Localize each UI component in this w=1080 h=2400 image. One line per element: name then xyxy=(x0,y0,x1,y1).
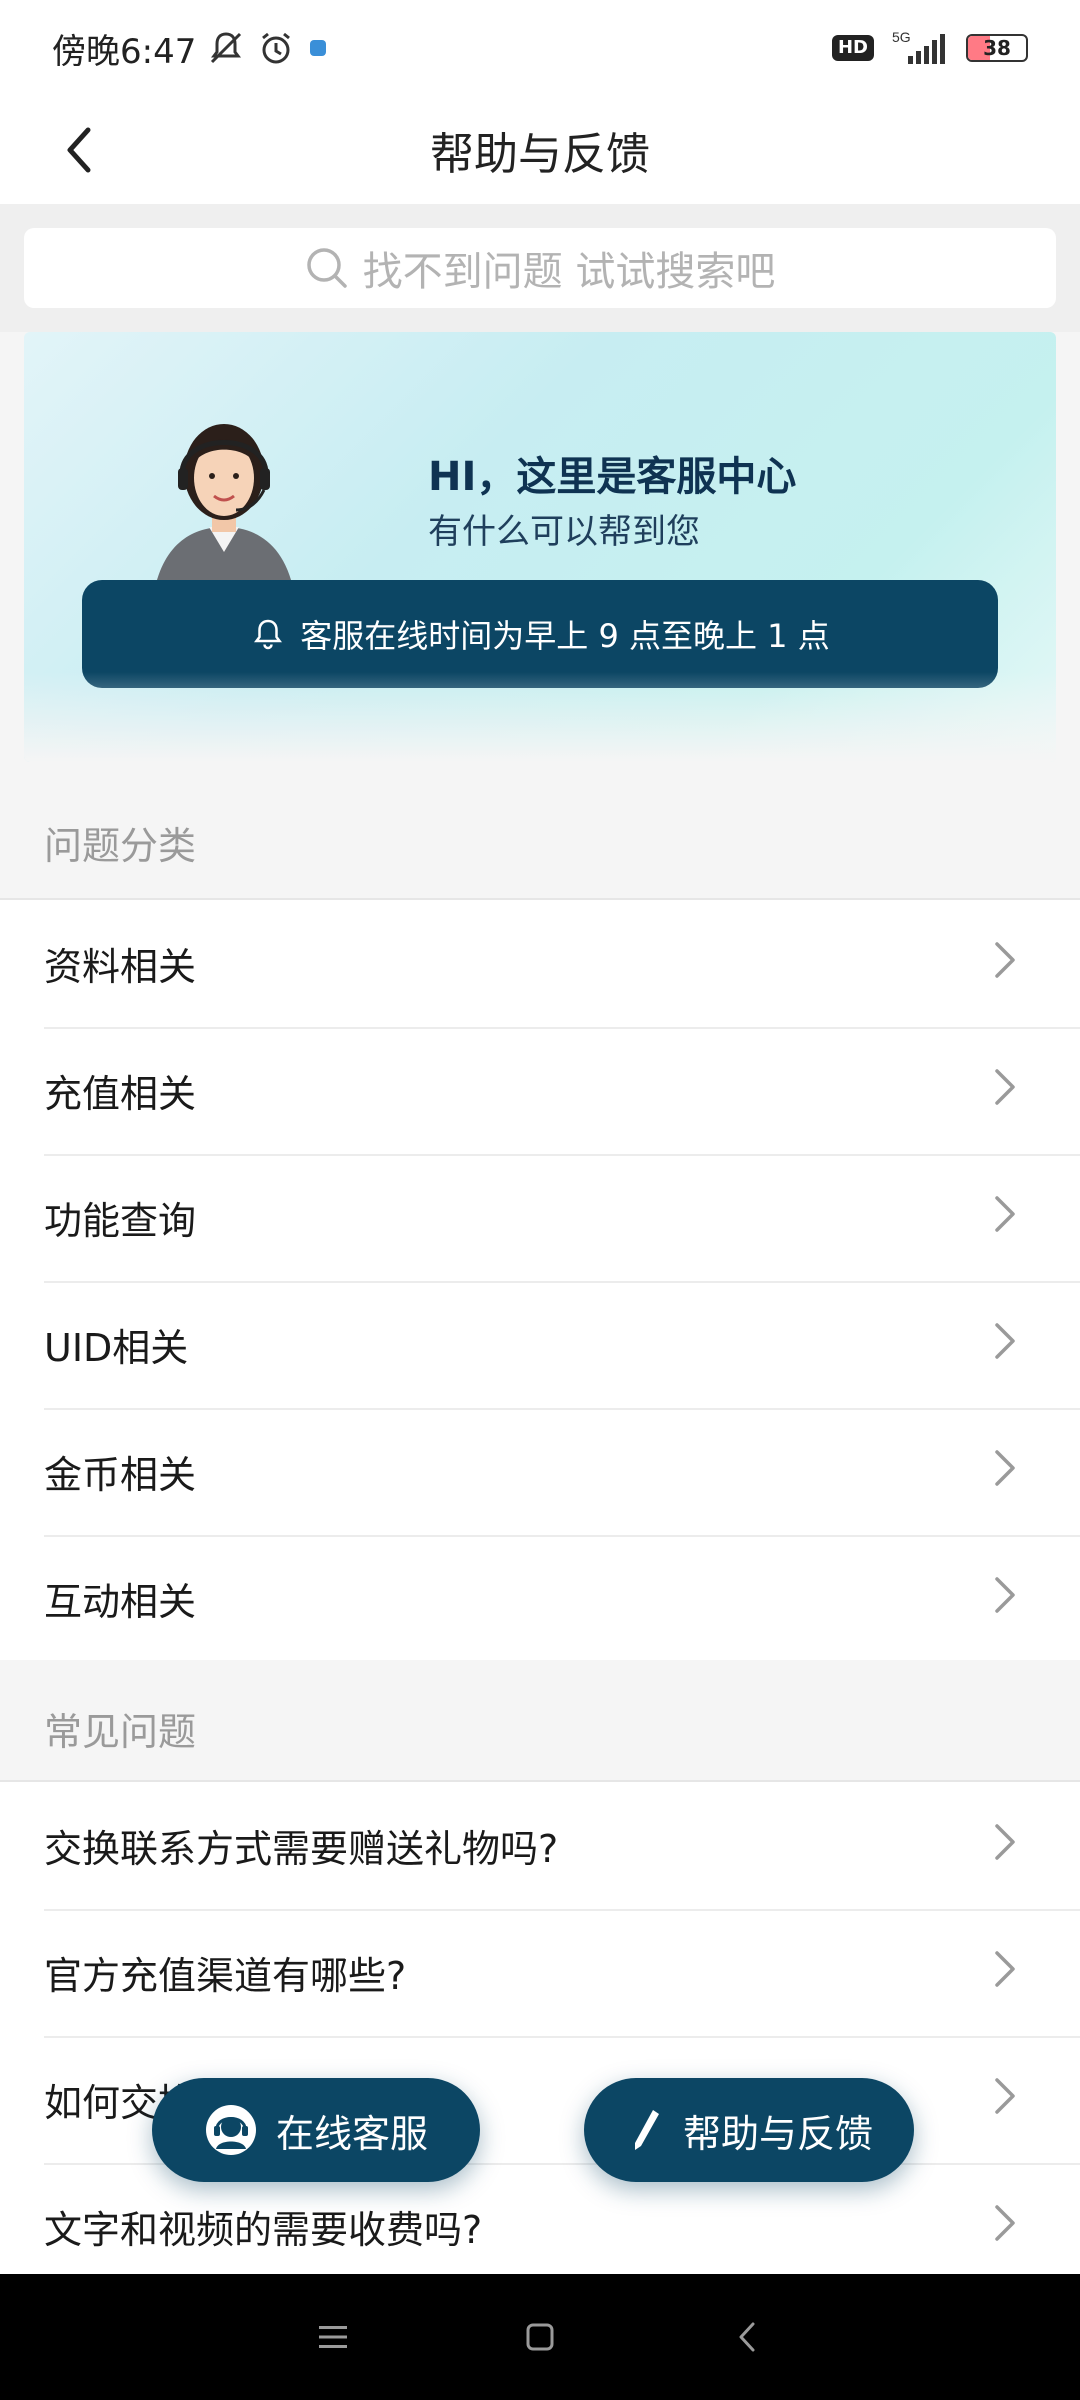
chevron-right-icon xyxy=(995,1950,1015,1987)
chevron-right-icon xyxy=(995,2077,1015,2114)
category-item-features[interactable]: 功能查询 xyxy=(0,1154,1080,1281)
faq-section-title: 常见问题 xyxy=(0,1660,1080,1796)
list-item-label: 交换联系方式需要赠送礼物吗? xyxy=(44,1827,559,1871)
chevron-right-icon xyxy=(995,1322,1015,1359)
menu-icon xyxy=(319,2326,348,2348)
status-left: 傍晚6:47 xyxy=(52,24,330,73)
nav-header: 帮助与反馈 xyxy=(0,96,1080,204)
status-time: 傍晚6:47 xyxy=(52,31,197,72)
status-bar: 傍晚6:47 HD 5G 38 xyxy=(0,0,1080,96)
customer-service-banner: HI，这里是客服中心 有什么可以帮到您 客服在线时间为早上 9 点至晚上 1 点 xyxy=(24,332,1056,762)
list-item-label: 官方充值渠道有哪些? xyxy=(44,1954,407,1998)
app-notification-icon xyxy=(306,28,330,68)
category-item-recharge[interactable]: 充值相关 xyxy=(0,1027,1080,1154)
chevron-right-icon xyxy=(995,1068,1015,1105)
faq-item[interactable]: 官方充值渠道有哪些? xyxy=(0,1909,1080,2036)
categories-section-title: 问题分类 xyxy=(0,774,1080,910)
home-square-icon xyxy=(526,2323,554,2351)
svg-text:5G: 5G xyxy=(892,29,911,45)
search-icon xyxy=(306,248,347,288)
list-item-label: 文字和视频的需要收费吗? xyxy=(44,2208,483,2252)
headset-agent-icon xyxy=(205,2105,256,2155)
back-button[interactable] xyxy=(48,120,108,180)
pen-icon xyxy=(634,2110,659,2150)
bell-icon xyxy=(254,619,283,650)
mute-bell-icon xyxy=(206,28,246,68)
list-item-label: 充值相关 xyxy=(44,1072,197,1116)
chevron-left-icon xyxy=(67,127,91,173)
system-back-button[interactable] xyxy=(717,2307,777,2367)
battery-level: 38 xyxy=(983,36,1011,60)
list-item-label: 互动相关 xyxy=(44,1580,197,1624)
notice-text: 客服在线时间为早上 9 点至晚上 1 点 xyxy=(300,617,830,655)
hd-badge: HD xyxy=(831,35,874,61)
search-area: 找不到问题 试试搜索吧 xyxy=(0,204,1080,332)
alarm-icon xyxy=(256,28,296,68)
faq-item[interactable]: 交换联系方式需要赠送礼物吗? xyxy=(0,1782,1080,1909)
banner-subtitle: 有什么可以帮到您 xyxy=(428,512,700,552)
back-arrow-icon xyxy=(739,2322,755,2352)
category-item-uid[interactable]: UID相关 xyxy=(0,1281,1080,1408)
chevron-right-icon xyxy=(995,1449,1015,1486)
category-item-coins[interactable]: 金币相关 xyxy=(0,1408,1080,1535)
agent-avatar xyxy=(154,392,294,592)
faq-item[interactable]: 文字和视频的需要收费吗? xyxy=(0,2163,1080,2290)
chevron-right-icon xyxy=(995,1195,1015,1232)
search-input[interactable]: 找不到问题 试试搜索吧 xyxy=(24,228,1056,308)
menu-button[interactable] xyxy=(303,2307,363,2367)
category-item-profile[interactable]: 资料相关 xyxy=(0,900,1080,1027)
list-item-label: 金币相关 xyxy=(44,1453,197,1497)
faq-list: 交换联系方式需要赠送礼物吗? 官方充值渠道有哪些? 如何交换联系方式? 文字和视… xyxy=(0,1780,1080,2290)
status-right: HD 5G 38 xyxy=(831,28,1028,68)
list-item-label: UID相关 xyxy=(44,1326,189,1370)
page-title: 帮助与反馈 xyxy=(430,129,650,180)
categories-list: 资料相关 充值相关 功能查询 UID相关 金币相关 互动相关 xyxy=(0,898,1080,1662)
list-item-label: 功能查询 xyxy=(44,1199,197,1243)
chevron-right-icon xyxy=(995,1576,1015,1613)
online-service-button[interactable]: 在线客服 xyxy=(152,2078,480,2182)
banner-title: HI，这里是客服中心 xyxy=(428,454,797,500)
chevron-right-icon xyxy=(995,941,1015,978)
system-nav-bar xyxy=(0,2274,1080,2400)
home-button[interactable] xyxy=(510,2307,570,2367)
signal-5g-icon: 5G xyxy=(888,28,952,68)
search-placeholder: 找不到问题 试试搜索吧 xyxy=(362,249,776,295)
chevron-right-icon xyxy=(995,1823,1015,1860)
help-feedback-button[interactable]: 帮助与反馈 xyxy=(584,2078,914,2182)
list-item-label: 资料相关 xyxy=(44,945,197,989)
service-hours-notice: 客服在线时间为早上 9 点至晚上 1 点 xyxy=(82,580,998,688)
online-service-label: 在线客服 xyxy=(275,2111,428,2156)
category-item-interaction[interactable]: 互动相关 xyxy=(0,1535,1080,1662)
help-feedback-label: 帮助与反馈 xyxy=(682,2111,873,2156)
chevron-right-icon xyxy=(995,2204,1015,2241)
battery-indicator: 38 xyxy=(966,34,1028,62)
